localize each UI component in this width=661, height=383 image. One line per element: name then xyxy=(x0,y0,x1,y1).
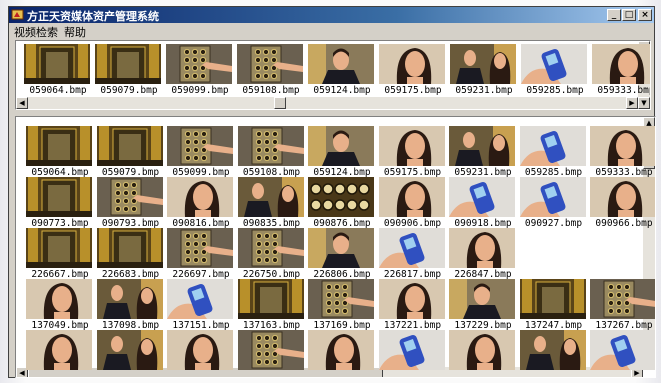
keyframe-image xyxy=(590,177,655,217)
scroll-left-button[interactable]: ◀ xyxy=(16,97,28,109)
keyframe-filename: 059175.bmp xyxy=(384,85,442,96)
menu-bar: 视频检索 帮助 xyxy=(9,23,654,40)
scroll-right-button[interactable]: ▶ xyxy=(626,97,638,109)
keyframe-image xyxy=(519,279,586,319)
keyframe-image xyxy=(450,44,516,84)
keyframe-image xyxy=(167,177,233,217)
pane-splitter[interactable] xyxy=(9,111,654,115)
app-window: 方正天资媒体资产管理系统 _ □ × 视频检索 帮助 ◀ ▶ ▲ ▼ 05906 xyxy=(8,6,656,378)
keyframe-image xyxy=(519,330,586,370)
keyframe-image xyxy=(590,330,655,370)
keyframe-image xyxy=(449,126,515,166)
keyframe-image xyxy=(167,279,233,319)
keyframe-image xyxy=(237,228,304,268)
keyframe-image xyxy=(167,228,233,268)
keyframe-image xyxy=(308,126,374,166)
close-button[interactable]: × xyxy=(638,9,652,21)
keyframe-image xyxy=(519,177,586,217)
maximize-button[interactable]: □ xyxy=(622,9,636,21)
keyframe-image xyxy=(167,126,233,166)
keyframe-filename: 090927.bmp xyxy=(524,218,583,229)
keyframe-image xyxy=(378,228,445,268)
keyframe-image xyxy=(95,44,161,84)
keyframe-grid: ▲ ▼ ◀ ▶ 059064.bmp 059079.bmp xyxy=(15,116,656,378)
keyframe-filename: 059231.bmp xyxy=(455,85,513,96)
keyframe-image xyxy=(519,126,586,166)
keyframe-image xyxy=(237,126,304,166)
keyframe-filename: 059079.bmp xyxy=(100,85,158,96)
menu-video-search[interactable]: 视频检索 xyxy=(14,24,58,40)
scroll-down-button[interactable]: ▼ xyxy=(638,97,650,109)
keyframe-image xyxy=(592,44,650,84)
keyframe-image xyxy=(96,177,163,217)
keyframe-image xyxy=(26,126,92,166)
strip-scroll-thumb[interactable] xyxy=(274,97,286,109)
keyframe-image xyxy=(379,44,445,84)
keyframe-image xyxy=(449,330,515,370)
keyframe-image xyxy=(237,279,304,319)
keyframe-image xyxy=(237,44,303,84)
keyframe-strip: ◀ ▶ ▲ ▼ 059064.bmp 059079.bmp xyxy=(15,40,651,110)
keyframe-image xyxy=(24,44,90,84)
keyframe-image xyxy=(26,330,92,370)
keyframe-filename: 059064.bmp xyxy=(29,85,87,96)
keyframe-image xyxy=(26,177,92,217)
keyframe-image xyxy=(308,330,374,370)
keyframe-image xyxy=(378,126,445,166)
window-title: 方正天资媒体资产管理系统 xyxy=(27,10,159,23)
keyframe-image xyxy=(521,44,587,84)
keyframe-image xyxy=(378,177,445,217)
keyframe-image xyxy=(237,330,304,370)
keyframe-image xyxy=(26,279,92,319)
minimize-button[interactable]: _ xyxy=(607,9,621,21)
keyframe-image xyxy=(166,44,232,84)
keyframe-image xyxy=(96,126,163,166)
app-logo-icon xyxy=(11,9,24,20)
keyframe-image xyxy=(308,177,374,217)
keyframe-image xyxy=(237,177,304,217)
keyframe-image xyxy=(449,177,515,217)
keyframe-image xyxy=(590,279,655,319)
keyframe-image xyxy=(26,228,92,268)
keyframe-filename: 059124.bmp xyxy=(313,85,371,96)
keyframe-image xyxy=(449,279,515,319)
menu-help[interactable]: 帮助 xyxy=(64,24,86,40)
keyframe-filename: 090966.bmp xyxy=(595,218,653,229)
title-bar[interactable]: 方正天资媒体资产管理系统 _ □ × xyxy=(9,7,654,23)
keyframe-image xyxy=(449,228,515,268)
keyframe-filename: 059333.bmp xyxy=(597,85,651,96)
keyframe-image xyxy=(308,279,374,319)
keyframe-image xyxy=(378,279,445,319)
strip-horizontal-scrollbar[interactable]: ◀ ▶ xyxy=(16,97,638,109)
keyframe-image xyxy=(378,330,445,370)
keyframe-image xyxy=(167,330,233,370)
keyframe-filename: 059099.bmp xyxy=(171,85,229,96)
keyframe-image xyxy=(590,126,655,166)
keyframe-image xyxy=(96,228,163,268)
keyframe-image xyxy=(308,228,374,268)
keyframe-image xyxy=(308,44,374,84)
keyframe-filename: 059285.bmp xyxy=(526,85,584,96)
keyframe-image xyxy=(96,330,163,370)
keyframe-filename: 059108.bmp xyxy=(242,85,300,96)
keyframe-image xyxy=(96,279,163,319)
